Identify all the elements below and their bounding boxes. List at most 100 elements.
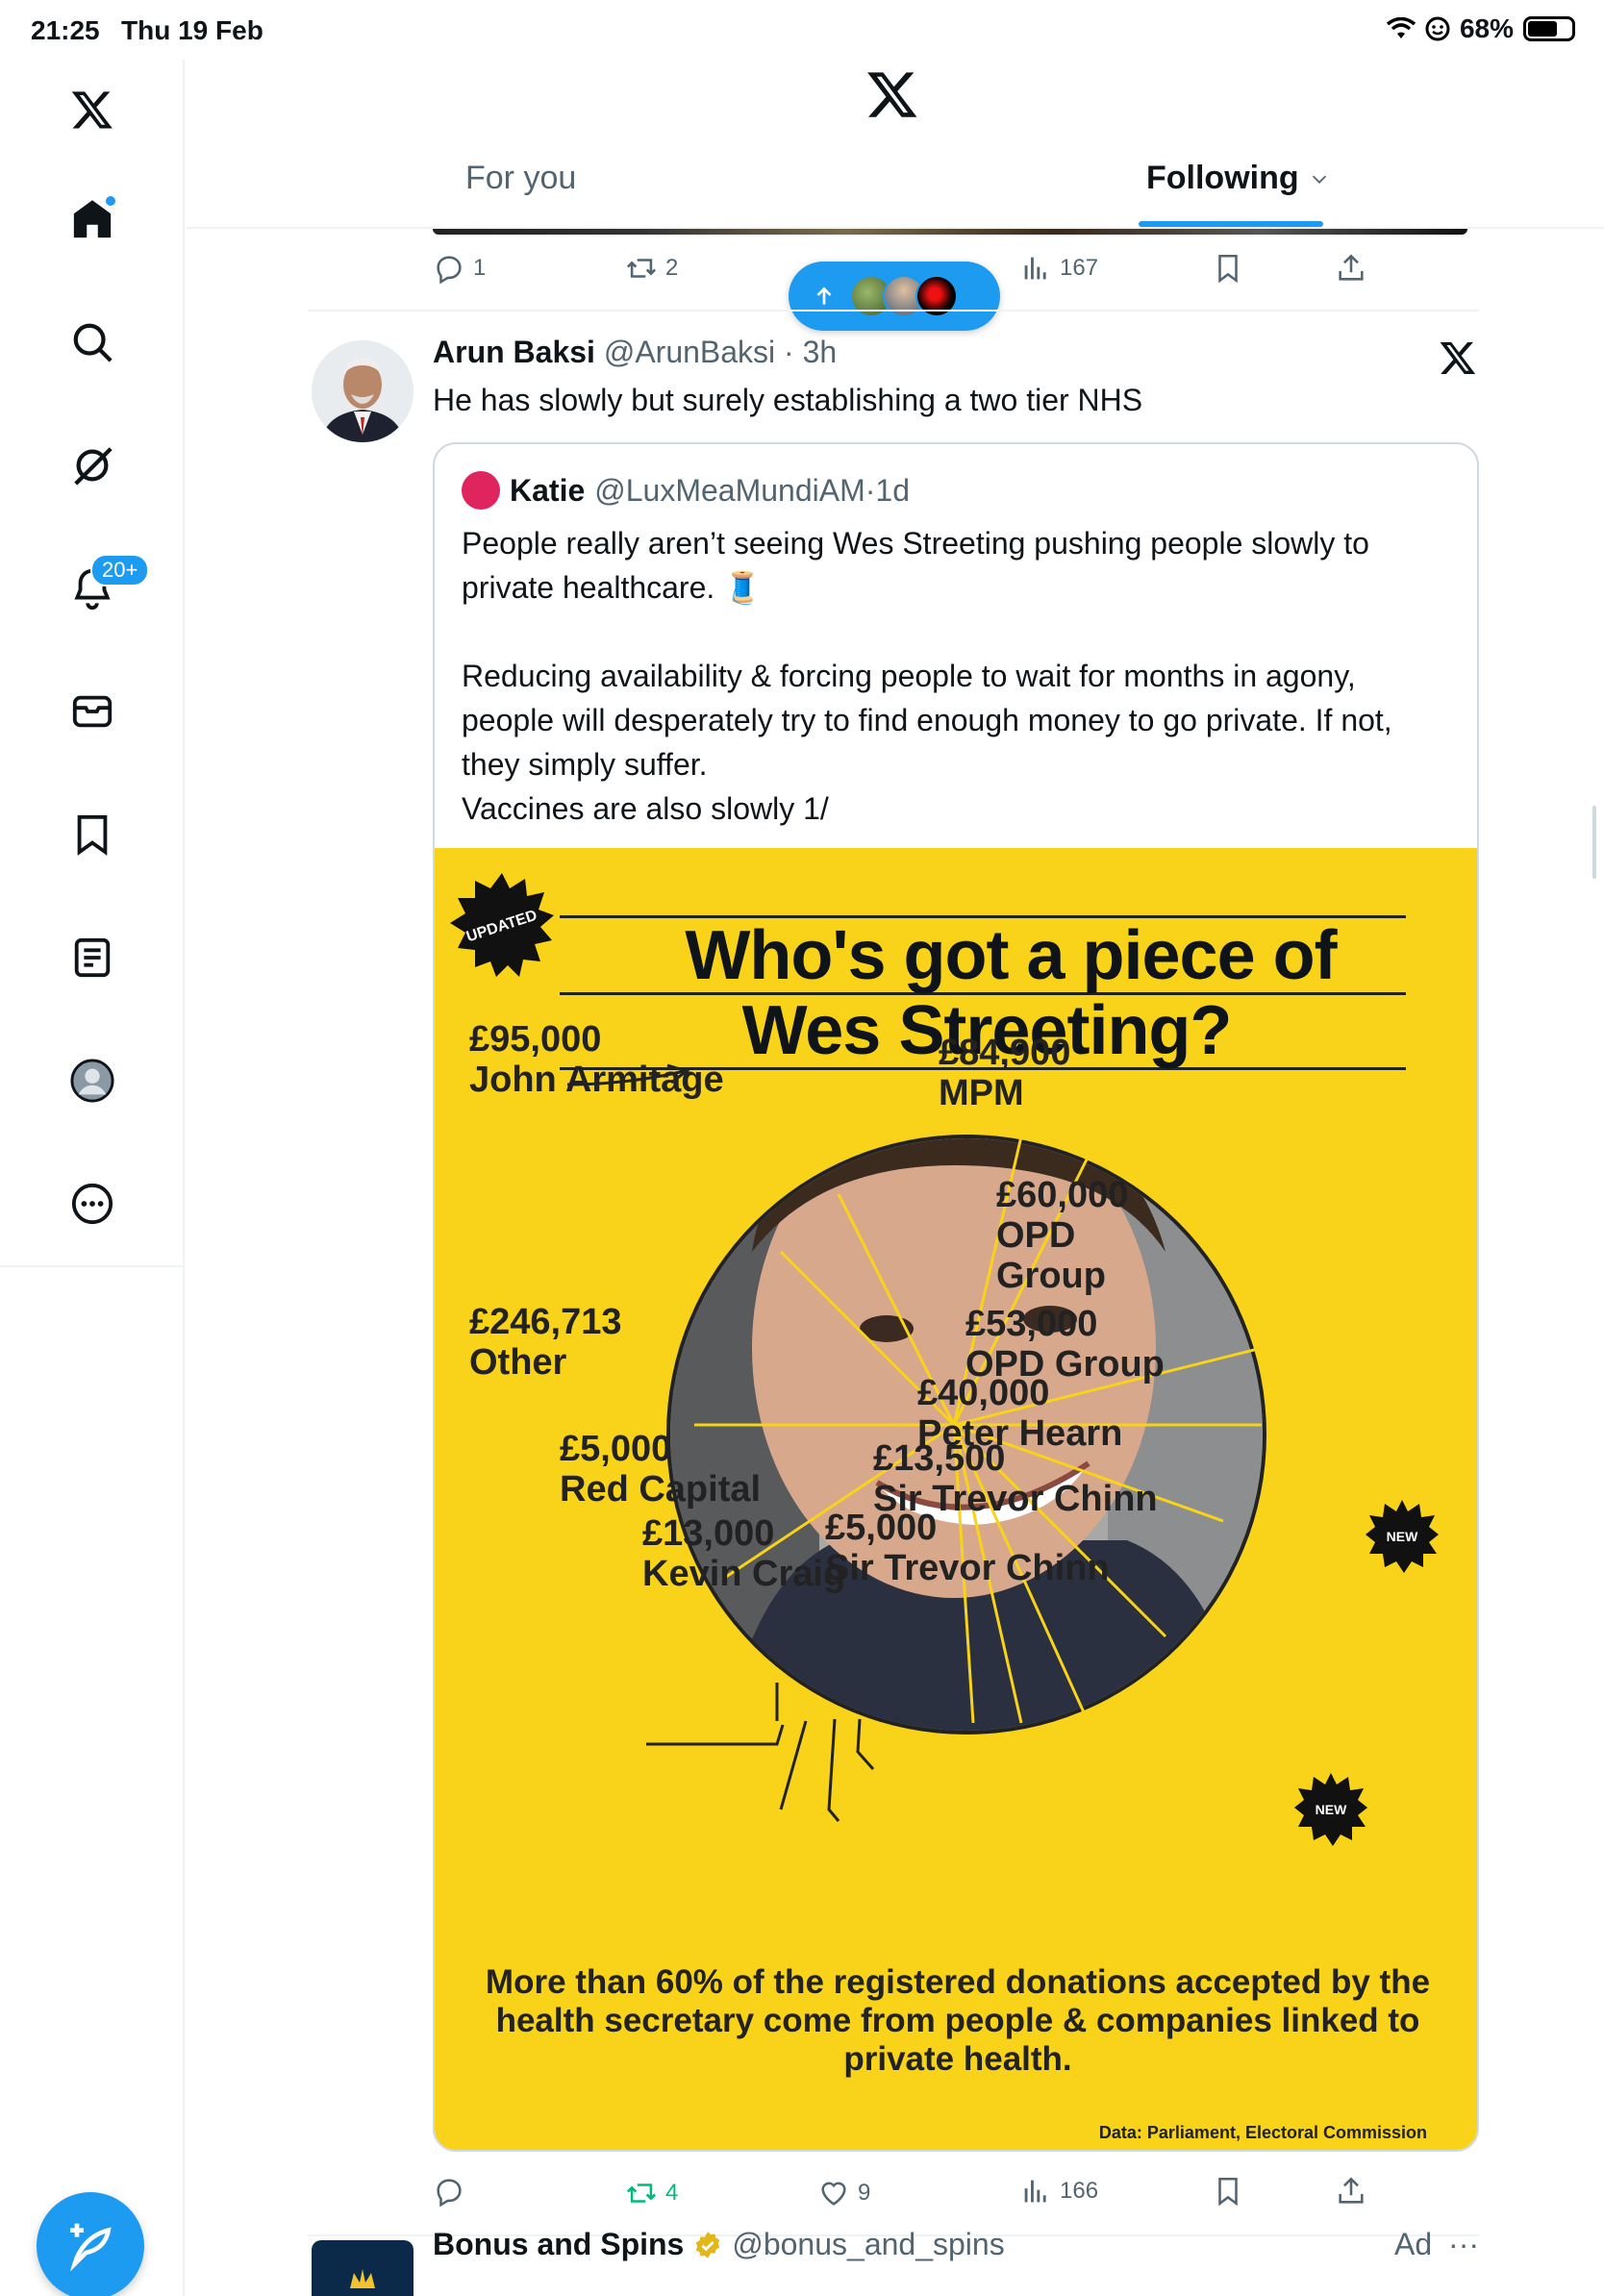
new-badge-icon: NEW: [1294, 1773, 1367, 1846]
repost-icon: [626, 2184, 657, 2203]
lists-icon[interactable]: [63, 929, 121, 986]
ad-label: Ad ···: [1394, 2227, 1479, 2261]
status-date: Thu 19 Feb: [121, 15, 263, 45]
views-button[interactable]: 166: [1019, 2175, 1098, 2208]
ad-post[interactable]: Bonus and Spins @bonus_and_spins Ad ···: [308, 2211, 1479, 2296]
bookmarks-icon[interactable]: [63, 806, 121, 863]
donation-label: £95,000 John Armitage: [469, 1019, 724, 1100]
battery-percent: 68%: [1459, 13, 1514, 43]
quote-avatar: [462, 471, 500, 510]
new-posts-pill[interactable]: [789, 262, 1000, 331]
status-time: 21:25: [31, 15, 100, 45]
author-handle[interactable]: @ArunBaksi: [604, 335, 775, 369]
ad-handle[interactable]: @bonus_and_spins: [732, 2227, 1004, 2262]
repost-icon: [626, 259, 657, 278]
grok-icon[interactable]: [63, 437, 121, 494]
post-divider: [308, 310, 1479, 312]
quote-header: Katie @LuxMeaMundiAM · 1d: [462, 471, 910, 510]
more-icon[interactable]: [63, 1175, 121, 1233]
quote-text: People really aren’t seeing Wes Streetin…: [462, 521, 1452, 831]
views-count: 167: [1060, 255, 1099, 281]
donation-label: £246,713 Other: [469, 1302, 622, 1383]
reply-icon: [437, 256, 462, 285]
arrow-up-icon: [816, 287, 832, 305]
bookmark-icon: [1218, 254, 1238, 284]
bookmark-icon: [1218, 2177, 1238, 2207]
compose-icon: [69, 2223, 112, 2272]
views-icon: [1024, 2180, 1046, 2203]
svg-text:NEW: NEW: [1316, 1802, 1347, 1817]
notifications-icon[interactable]: 20+: [63, 554, 150, 617]
repost-count: 4: [665, 2180, 679, 2206]
tab-following[interactable]: Following: [1146, 160, 1330, 197]
image-footer-text: More than 60% of the registered donation…: [485, 1963, 1431, 2078]
sidebar-divider: [0, 1265, 185, 1267]
post-header: Arun Baksi @ArunBaksi · 3h: [433, 335, 838, 369]
share-icon: [1339, 2177, 1364, 2204]
scrollbar-thumb[interactable]: [1592, 806, 1596, 879]
ad-author-name[interactable]: Bonus and Spins: [433, 2227, 684, 2262]
previous-post-image-bottom: [433, 229, 1467, 235]
heart-icon: [821, 2182, 846, 2206]
wifi-icon: [1386, 17, 1416, 38]
home-icon[interactable]: [63, 190, 121, 248]
tab-for-you[interactable]: For you: [465, 160, 576, 197]
x-logo-icon[interactable]: [63, 81, 121, 138]
tab-following-label: Following: [1146, 160, 1299, 196]
author-name[interactable]: Arun Baksi: [433, 335, 595, 369]
messages-icon[interactable]: [63, 683, 121, 740]
donation-label: £5,000 Sir Trevor Chinn: [825, 1508, 1110, 1588]
quote-author-name: Katie: [510, 472, 586, 508]
notifications-badge: 20+: [90, 554, 150, 586]
search-icon[interactable]: [63, 313, 121, 371]
like-count: 9: [858, 2180, 871, 2206]
views-count: 166: [1060, 2178, 1099, 2204]
share-icon: [1339, 254, 1364, 281]
quote-paragraph: [462, 610, 1452, 654]
quote-paragraph: Reducing availability & forcing people t…: [462, 659, 1392, 782]
feed: 1 2 167 Arun Baksi @ArunBaksi · 3h He ha…: [308, 229, 1479, 2296]
avatar[interactable]: [312, 340, 414, 442]
profile-icon[interactable]: [63, 1052, 121, 1110]
verified-badge-icon: [696, 2231, 720, 2259]
x-logo-icon[interactable]: [865, 67, 919, 121]
home-unread-dot: [104, 194, 117, 208]
chevron-down-icon[interactable]: [1309, 168, 1330, 189]
focus-mode-icon: [1425, 16, 1450, 41]
share-button[interactable]: [1335, 252, 1367, 285]
reply-button[interactable]: 1: [433, 252, 486, 285]
donation-label: £13,000 Kevin Craig: [642, 1513, 846, 1594]
new-badge-icon: NEW: [1366, 1500, 1439, 1573]
like-button[interactable]: 9: [817, 2177, 870, 2209]
compose-button[interactable]: [37, 2192, 144, 2296]
quoted-post[interactable]: Katie @LuxMeaMundiAM · 1d People really ar…: [433, 442, 1479, 2152]
battery-icon: [1523, 16, 1575, 41]
reply-count: 1: [473, 255, 487, 281]
tab-active-indicator: [1139, 221, 1323, 227]
bookmark-button[interactable]: [1212, 252, 1244, 285]
quote-handle: @LuxMeaMundiAM: [594, 472, 865, 508]
repost-button[interactable]: 2: [625, 252, 678, 285]
x-logo-icon[interactable]: [1439, 338, 1477, 377]
donation-label: £84,900 MPM: [939, 1033, 1071, 1113]
reply-button[interactable]: [433, 2175, 473, 2208]
status-bar: 21:25 Thu 19 Feb 68%: [0, 0, 1604, 60]
reply-icon: [437, 2179, 462, 2208]
image-credit: Data: Parliament, Electoral Commission: [1098, 2123, 1427, 2142]
post-image[interactable]: Who's got a piece of Wes Streeting? UPDA…: [435, 848, 1477, 2150]
share-button[interactable]: [1335, 2175, 1367, 2208]
repost-button[interactable]: 4: [625, 2177, 678, 2209]
views-button[interactable]: 167: [1019, 252, 1098, 285]
quote-time: 1d: [875, 472, 910, 508]
donation-label: £5,000 Red Capital: [560, 1429, 762, 1510]
sidebar: 20+: [0, 60, 185, 2296]
more-options-icon[interactable]: ···: [1448, 2227, 1479, 2261]
repost-count: 2: [665, 255, 679, 281]
ad-header: Bonus and Spins @bonus_and_spins: [433, 2227, 1005, 2262]
ad-avatar[interactable]: [312, 2240, 414, 2296]
views-icon: [1024, 257, 1046, 280]
quote-paragraph: Vaccines are also slowly 1/: [462, 791, 829, 826]
bookmark-button[interactable]: [1212, 2175, 1244, 2208]
timeline-header: For you Following: [187, 60, 1604, 229]
post-time[interactable]: 3h: [803, 335, 838, 369]
